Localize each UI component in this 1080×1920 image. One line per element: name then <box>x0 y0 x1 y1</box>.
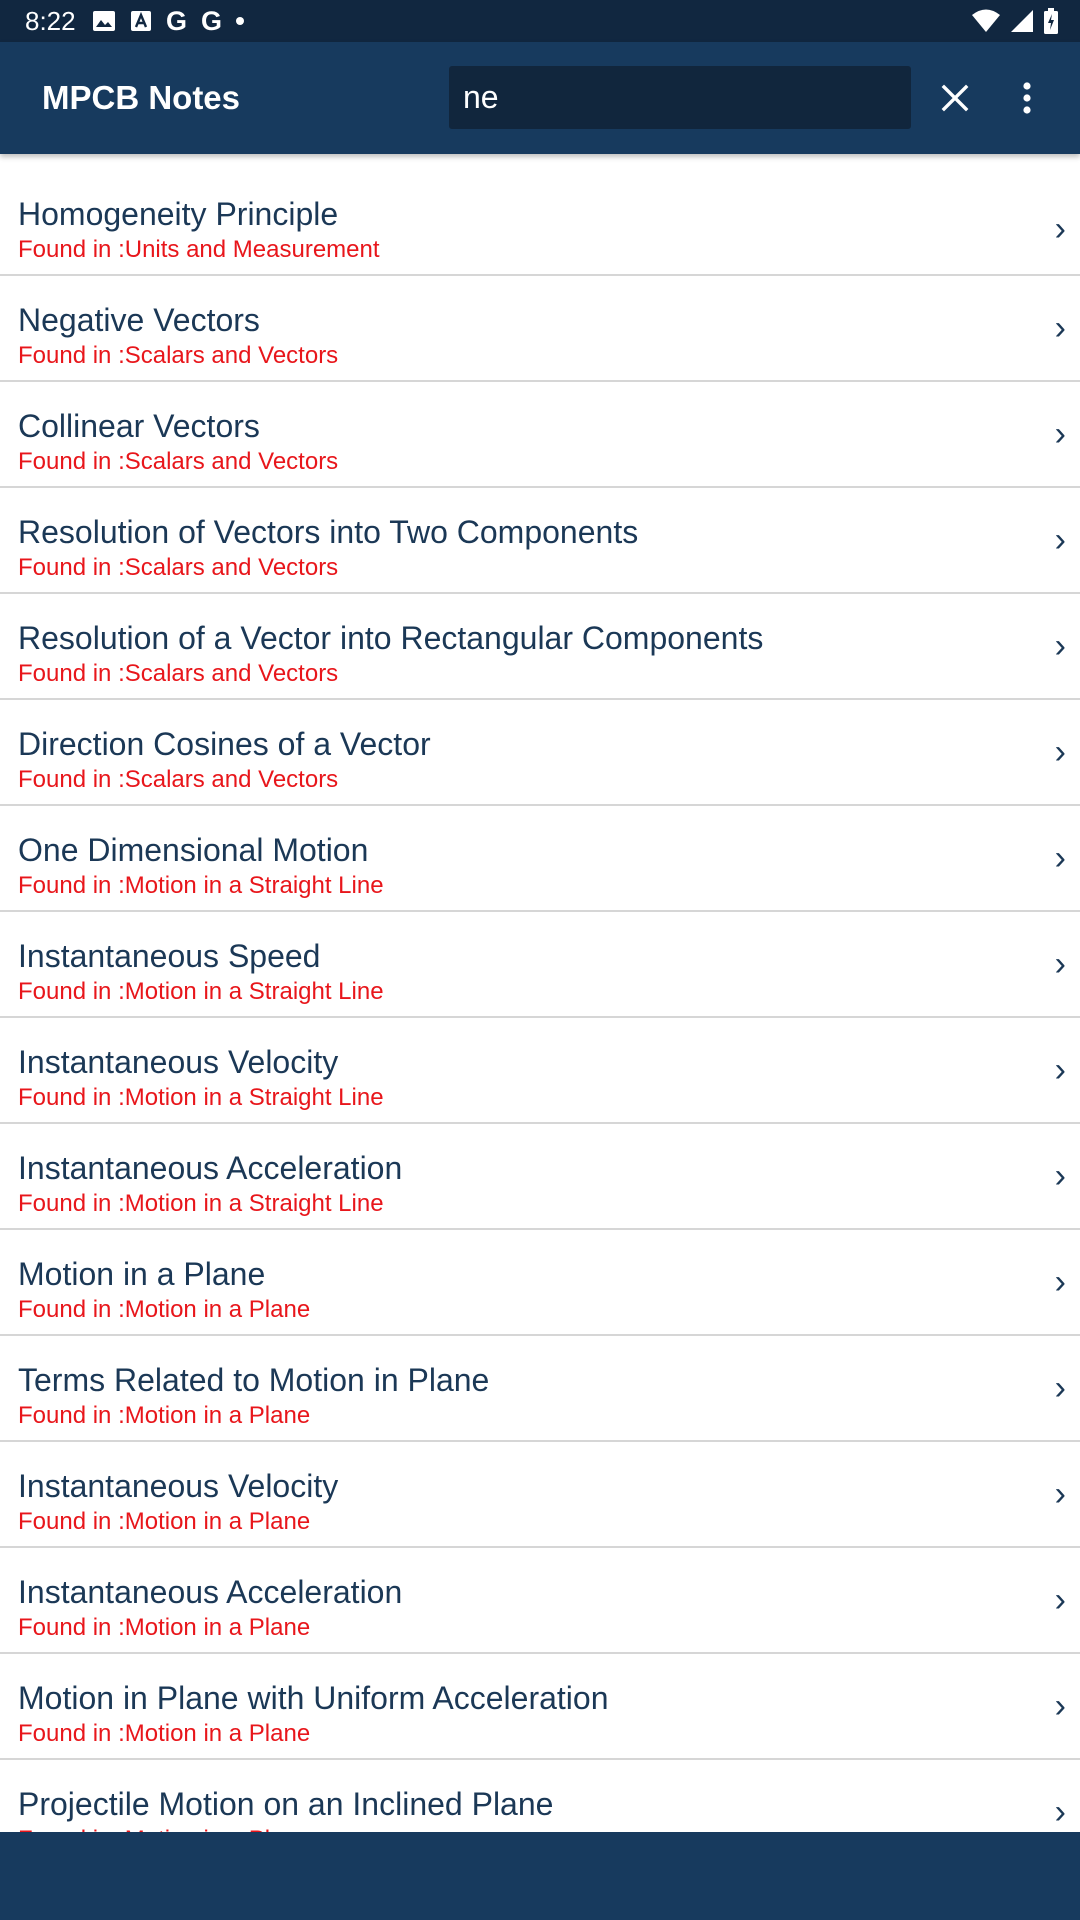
item-title: Terms Related to Motion in Plane <box>18 1362 490 1398</box>
item-found-in: Found in :Motion in a Straight Line <box>18 978 384 1005</box>
list-item[interactable]: One Dimensional Motion Found in :Motion … <box>0 806 1080 912</box>
dot-icon <box>236 17 245 25</box>
chevron-right-icon: › <box>1054 945 1066 983</box>
item-title: Resolution of a Vector into Rectangular … <box>18 620 764 656</box>
item-title: Instantaneous Acceleration <box>18 1574 403 1610</box>
clear-search-button[interactable] <box>925 68 985 128</box>
search-box[interactable] <box>449 66 911 129</box>
item-found-in: Found in :Motion in a Plane <box>18 1402 311 1429</box>
item-found-in: Found in :Motion in a Plane <box>18 1508 311 1535</box>
chevron-right-icon: › <box>1054 1051 1066 1089</box>
item-title: Instantaneous Acceleration <box>18 1150 403 1186</box>
list-item[interactable]: Instantaneous Speed Found in :Motion in … <box>0 912 1080 1018</box>
system-icons <box>962 8 1058 34</box>
chevron-right-icon: › <box>1054 1475 1066 1513</box>
more-vert-icon <box>1023 82 1031 114</box>
item-found-in: Found in :Motion in a Plane <box>18 1296 311 1323</box>
chevron-right-icon: › <box>1054 733 1066 771</box>
chevron-right-icon: › <box>1054 1687 1066 1725</box>
item-found-in: Found in :Scalars and Vectors <box>18 342 339 369</box>
close-icon <box>941 84 969 112</box>
notification-icons: G G <box>92 6 258 36</box>
chevron-right-icon: › <box>1054 1263 1066 1301</box>
item-found-in: Found in :Motion in a Plane <box>18 1614 311 1641</box>
chevron-right-icon: › <box>1054 309 1066 347</box>
item-title: One Dimensional Motion <box>18 832 369 868</box>
image-icon <box>92 10 116 32</box>
app-bar: MPCB Notes <box>0 42 1080 154</box>
item-found-in: Found in :Scalars and Vectors <box>18 448 339 475</box>
item-title: Direction Cosines of a Vector <box>18 726 431 762</box>
item-found-in: Found in :Motion in a Plane <box>18 1720 311 1747</box>
list-item[interactable]: Instantaneous Velocity Found in :Motion … <box>0 1442 1080 1548</box>
item-title: Instantaneous Speed <box>18 938 321 974</box>
wifi-icon <box>972 9 1000 33</box>
chevron-right-icon: › <box>1054 521 1066 559</box>
item-found-in: Found in :Motion in a Straight Line <box>18 1190 384 1217</box>
list-item[interactable]: Resolution of a Vector into Rectangular … <box>0 594 1080 700</box>
chevron-right-icon: › <box>1054 839 1066 877</box>
item-found-in: Found in :Scalars and Vectors <box>18 766 339 793</box>
item-title: Instantaneous Velocity <box>18 1468 339 1504</box>
item-found-in: Found in :Motion in a Straight Line <box>18 1084 384 1111</box>
chevron-right-icon: › <box>1054 1793 1066 1831</box>
item-title: Collinear Vectors <box>18 408 260 444</box>
list-item[interactable]: Motion in a Plane Found in :Motion in a … <box>0 1230 1080 1336</box>
search-input[interactable] <box>449 66 911 129</box>
item-title: Motion in a Plane <box>18 1256 266 1292</box>
list-item[interactable]: Instantaneous Velocity Found in :Motion … <box>0 1018 1080 1124</box>
chevron-right-icon: › <box>1054 1369 1066 1407</box>
item-title: Negative Vectors <box>18 302 260 338</box>
app-title: MPCB Notes <box>42 79 241 116</box>
google-icon: G <box>166 6 188 36</box>
list-item[interactable]: Instantaneous Acceleration Found in :Mot… <box>0 1124 1080 1230</box>
item-title: Motion in Plane with Uniform Acceleratio… <box>18 1680 609 1716</box>
item-found-in: Found in :Motion in a Straight Line <box>18 872 384 899</box>
google-icon: G <box>201 6 223 36</box>
status-time: 8:22 <box>25 6 76 36</box>
list-item[interactable]: Homogeneity Principle Found in :Units an… <box>0 156 1080 276</box>
chevron-right-icon: › <box>1054 627 1066 665</box>
list-item[interactable]: Terms Related to Motion in Plane Found i… <box>0 1336 1080 1442</box>
item-found-in: Found in :Scalars and Vectors <box>18 554 339 581</box>
item-title: Projectile Motion on an Inclined Plane <box>18 1786 554 1822</box>
item-title: Homogeneity Principle <box>18 196 339 232</box>
battery-icon <box>1044 8 1058 34</box>
chevron-right-icon: › <box>1054 1157 1066 1195</box>
item-found-in: Found in :Units and Measurement <box>18 236 380 263</box>
list-item[interactable]: Direction Cosines of a Vector Found in :… <box>0 700 1080 806</box>
item-title: Instantaneous Velocity <box>18 1044 339 1080</box>
status-bar: 8:22 G G <box>0 0 1080 42</box>
list-item[interactable]: Resolution of Vectors into Two Component… <box>0 488 1080 594</box>
list-item[interactable]: Collinear Vectors Found in :Scalars and … <box>0 382 1080 488</box>
font-icon <box>130 10 152 32</box>
chevron-right-icon: › <box>1054 210 1066 248</box>
chevron-right-icon: › <box>1054 415 1066 453</box>
bottom-bar <box>0 1832 1080 1920</box>
search-results-list: Homogeneity Principle Found in :Units an… <box>0 156 1080 1866</box>
item-title: Resolution of Vectors into Two Component… <box>18 514 639 550</box>
item-found-in: Found in :Scalars and Vectors <box>18 660 339 687</box>
signal-icon <box>1010 9 1034 33</box>
chevron-right-icon: › <box>1054 1581 1066 1619</box>
list-item[interactable]: Negative Vectors Found in :Scalars and V… <box>0 276 1080 382</box>
list-item[interactable]: Instantaneous Acceleration Found in :Mot… <box>0 1548 1080 1654</box>
overflow-menu-button[interactable] <box>1000 68 1054 128</box>
list-item[interactable]: Motion in Plane with Uniform Acceleratio… <box>0 1654 1080 1760</box>
